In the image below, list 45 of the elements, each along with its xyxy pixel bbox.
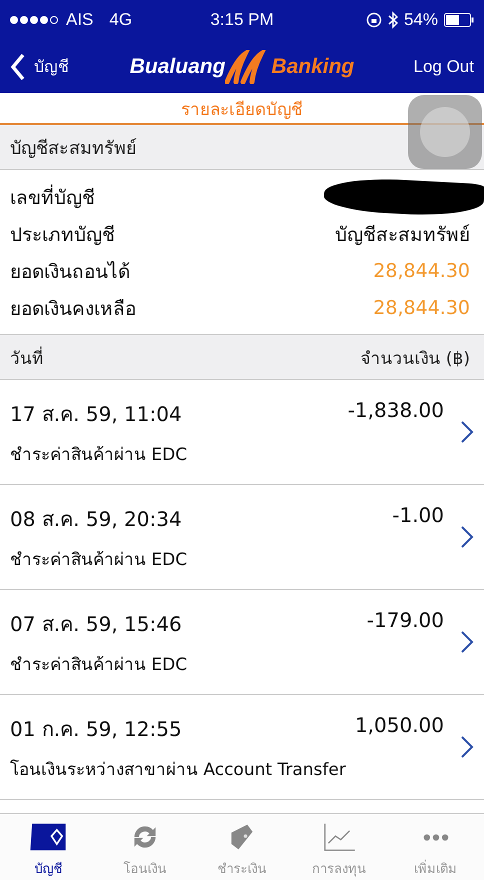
transaction-date: 08 ส.ค. 59, 20:34 <box>10 506 182 532</box>
column-header: จำนวนเงิน (฿) <box>360 348 470 370</box>
log-out-button[interactable]: Log Out <box>364 56 474 76</box>
assistive-touch-button[interactable] <box>408 95 482 169</box>
transaction-amount: -1.00 <box>392 502 444 528</box>
transaction-row[interactable]: 17 ส.ค. 59, 11:04 -1,838.00 ชำระค่าสินค้าผ่าน EDC <box>0 380 484 485</box>
logo-text: Banking <box>271 54 354 78</box>
balance-amount: 28,844.30 <box>373 296 470 318</box>
back-chevron-icon <box>10 52 26 80</box>
clock: 3:15 PM <box>210 10 274 30</box>
back-button[interactable]: บัญชี <box>10 52 120 80</box>
detail-label: ยอดเงินคงเหลือ <box>10 296 136 322</box>
transaction-row[interactable]: 01 ก.ค. 59, 12:55 1,050.00 โอนเงินระหว่างสาขาผ่าน Account Transfer <box>0 695 484 800</box>
detail-label: ประเภทบัญชี <box>10 222 115 248</box>
detail-value: บัญชีสะสมทรัพย์ <box>335 222 470 248</box>
transaction-description: ชำระค่าสินค้าผ่าน EDC <box>10 654 188 676</box>
transaction-date: 01 ก.ค. 59, 12:55 <box>10 716 182 742</box>
signal-icon <box>10 16 58 24</box>
transaction-row[interactable]: 07 ส.ค. 59, 15:46 -179.00 ชำระค่าสินค้าผ่าน EDC <box>0 590 484 695</box>
transaction-date: 07 ส.ค. 59, 15:46 <box>10 610 182 638</box>
chevron-icon <box>460 525 474 549</box>
balance-amount: 28,844.30 <box>373 260 470 282</box>
tab[interactable]: บัญชี <box>0 814 97 880</box>
transaction-date: 17 ส.ค. 59, 11:04 <box>10 400 182 428</box>
battery-icon <box>444 13 474 27</box>
transaction-description: ชำระค่าสินค้าผ่าน EDC <box>10 548 188 572</box>
network-type: 4G <box>109 10 132 30</box>
transaction-amount: 1,050.00 <box>354 712 444 738</box>
chevron-icon <box>460 420 474 444</box>
carrier: AIS <box>66 10 94 30</box>
rotation-lock-icon <box>366 12 382 28</box>
chevron-icon <box>460 630 474 654</box>
transaction-description: ชำระค่าสินค้าผ่าน EDC <box>10 444 188 466</box>
chevron-icon <box>460 735 474 759</box>
transaction-amount: -179.00 <box>366 608 444 634</box>
detail-label: ยอดเงินถอนได้ <box>10 260 130 284</box>
column-header: วันที่ <box>10 346 43 370</box>
account-name: บัญชีสะสมทรัพย์ <box>0 125 484 170</box>
detail-label: เลขที่บัญชี <box>10 184 95 210</box>
transaction-description: โอนเงินระหว่างสาขาผ่าน Account Transfer <box>10 758 347 782</box>
battery-percent: 54% <box>404 10 438 30</box>
bluetooth-icon <box>388 11 398 29</box>
transaction-row[interactable]: 08 ส.ค. 59, 20:34 -1.00 ชำระค่าสินค้าผ่าน EDC <box>0 485 484 590</box>
logo-text: Bualuang <box>130 54 226 78</box>
transaction-amount: -1,838.00 <box>348 398 444 424</box>
